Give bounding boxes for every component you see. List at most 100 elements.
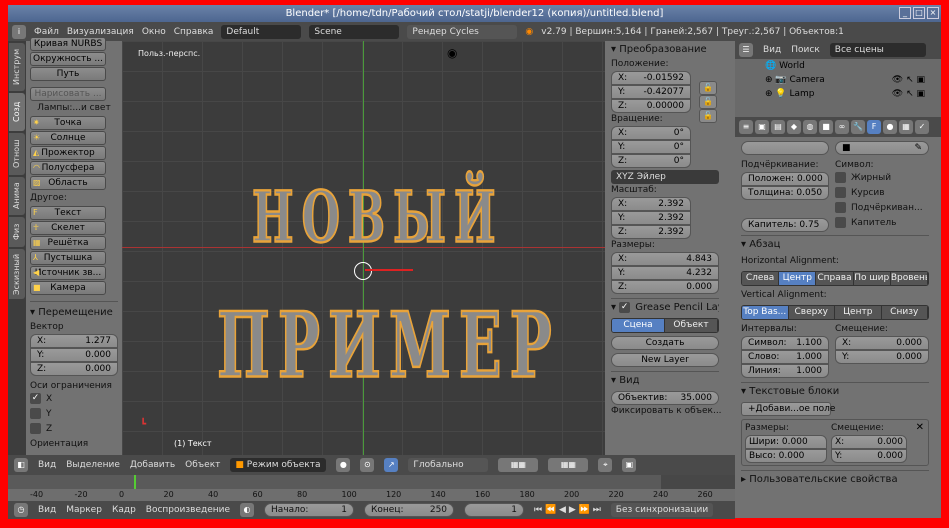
textbox-width-field[interactable]: Шири: 0.000 — [745, 435, 827, 449]
lamp-hemi-button[interactable]: ◠ Полусфера — [30, 161, 106, 175]
outliner-filter-select[interactable]: Все сцены — [829, 43, 926, 57]
dims-x-field[interactable]: X: 4.843 — [611, 252, 719, 266]
lamp-point-button[interactable]: ✷ Точка — [30, 116, 106, 130]
outliner-item-world[interactable]: 🌐 World — [765, 59, 941, 73]
constraint-y-checkbox[interactable]: Y — [30, 408, 118, 423]
tl-menu-frame[interactable]: Кадр — [112, 505, 136, 515]
char-spacing-field[interactable]: Символ: 1.100 — [741, 336, 829, 350]
shading-icon[interactable]: ● — [336, 458, 351, 472]
underline-checkbox[interactable]: Подчёркиван... — [835, 202, 929, 217]
menu-select[interactable]: Выделение — [66, 460, 120, 470]
add-lattice-button[interactable]: ▦ Решётка — [30, 236, 106, 250]
scale-x-field[interactable]: X: 2.392 — [611, 197, 691, 211]
font-name-field[interactable] — [741, 141, 829, 155]
valign-top-baseline[interactable]: Top Bas... — [742, 306, 789, 319]
lock-icon[interactable]: 🔓 — [699, 109, 717, 123]
tl-menu-marker[interactable]: Маркер — [66, 505, 102, 515]
gp-object-tab[interactable]: Объект — [665, 319, 718, 332]
constraints-tab-icon[interactable]: ∞ — [835, 120, 849, 134]
word-spacing-field[interactable]: Слово: 1.000 — [741, 350, 829, 364]
bold-checkbox[interactable]: Жирный — [835, 172, 929, 187]
custom-props-title[interactable]: ▸ Пользовательские свойства — [741, 470, 929, 487]
small-caps-checkbox[interactable]: Капитель — [835, 217, 929, 232]
curve-nurbs-button[interactable]: Кривая NURBS — [30, 37, 106, 51]
underline-position-field[interactable]: Положен: 0.000 — [741, 172, 829, 186]
autokey-icon[interactable]: ◐ — [240, 503, 255, 517]
rotation-y-field[interactable]: Y: 0° — [611, 140, 691, 154]
end-frame-field[interactable]: Конец: 250 — [364, 503, 455, 517]
current-frame-field[interactable]: 1 — [464, 503, 525, 517]
curve-path-button[interactable]: Путь — [30, 67, 106, 81]
text-object-line1[interactable]: НОВЫЙ — [251, 176, 504, 260]
tl-menu-playback[interactable]: Воспроизведение — [146, 505, 230, 515]
constraint-z-checkbox[interactable]: Z — [30, 423, 118, 438]
grease-pencil-title[interactable]: ▾ ✓Grease Pencil Laye — [611, 298, 719, 315]
object-picker-field[interactable]: ■ ✎ — [835, 141, 929, 155]
rotation-z-field[interactable]: Z: 0° — [611, 154, 691, 168]
menu-file[interactable]: Файл — [34, 27, 59, 37]
font-data-tab-icon[interactable]: F — [867, 120, 881, 134]
tab-create[interactable]: Созд — [9, 93, 25, 131]
add-camera-button[interactable]: ■ Камера — [30, 281, 106, 295]
outliner-search-menu[interactable]: Поиск — [791, 45, 820, 55]
object-tab-icon[interactable]: ■ — [819, 120, 833, 134]
render-tab-icon[interactable]: ▣ — [755, 120, 769, 134]
rotation-mode-select[interactable]: XYZ Эйлер — [611, 170, 719, 184]
rotation-x-field[interactable]: X: 0° — [611, 126, 691, 140]
vector-z-field[interactable]: Z: 0.000 — [30, 362, 118, 376]
layout-select[interactable]: Default — [221, 24, 302, 39]
layers-grid-icon[interactable]: ▦▦ — [548, 458, 589, 472]
scene-select[interactable]: Scene — [309, 24, 400, 39]
gizmo-x-arrow[interactable] — [365, 269, 413, 271]
dims-y-field[interactable]: Y: 4.232 — [611, 266, 719, 280]
textbox-offset-x-field[interactable]: X: 0.000 — [831, 435, 907, 449]
frame-ruler[interactable]: -40 -20 0 20 40 60 80 100 120 140 160 180 200 220 240 2… — [8, 489, 735, 501]
outliner-view-menu[interactable]: Вид — [763, 45, 781, 55]
3d-viewport[interactable]: Польз.-перспс. НОВЫЙ ПРИМЕР ◉ ┗ (1) Текс… — [122, 41, 605, 455]
gp-new-layer-button[interactable]: New Layer — [611, 353, 719, 367]
tl-menu-view[interactable]: Вид — [38, 505, 56, 515]
small-caps-scale-field[interactable]: Капитель: 0.75 — [741, 218, 829, 232]
align-justify[interactable]: По шир — [853, 272, 891, 285]
scale-y-field[interactable]: Y: 2.392 — [611, 211, 691, 225]
textbox-height-field[interactable]: Высо: 0.000 — [745, 449, 827, 463]
maximize-button[interactable]: □ — [913, 7, 925, 19]
add-armature-button[interactable]: ☥ Скелет — [30, 221, 106, 235]
layers-grid-icon[interactable]: ▦▦ — [498, 458, 539, 472]
align-left[interactable]: Слева — [742, 272, 780, 285]
playback-controls[interactable]: ⏮ ⏪ ◀ ▶ ⏩ ⏭ — [534, 505, 601, 515]
scene-tab-icon[interactable]: ◆ — [787, 120, 801, 134]
view-panel-title[interactable]: ▾ Вид — [611, 371, 719, 388]
location-x-field[interactable]: X: -0.01592 — [611, 71, 691, 85]
valign-center[interactable]: Центр — [835, 306, 882, 319]
sync-select[interactable]: Без синхронизации — [610, 503, 714, 517]
render-preview-icon[interactable]: ▣ — [622, 458, 637, 472]
pivot-icon[interactable]: ⊙ — [360, 458, 375, 472]
menu-render[interactable]: Визуализация — [67, 27, 134, 37]
minimize-button[interactable]: _ — [899, 7, 911, 19]
location-y-field[interactable]: Y: -0.42077 — [611, 85, 691, 99]
vector-y-field[interactable]: Y: 0.000 — [30, 348, 118, 362]
timeline-editor-icon[interactable]: ◷ — [14, 503, 28, 517]
gp-scene-tab[interactable]: Сцена — [612, 319, 665, 332]
underline-thickness-field[interactable]: Толщина: 0.050 — [741, 186, 829, 200]
info-editor-icon[interactable]: i — [12, 24, 26, 39]
3d-view-editor-icon[interactable]: ◧ — [14, 458, 28, 472]
lamp-spot-button[interactable]: ◭ Прожектор — [30, 146, 106, 160]
menu-help[interactable]: Справка — [174, 27, 214, 37]
offset-x-field[interactable]: X: 0.000 — [835, 336, 929, 350]
lock-icon[interactable]: 🔓 — [699, 95, 717, 109]
add-speaker-button[interactable]: ◀ Источник зв... — [30, 266, 106, 280]
paragraph-title[interactable]: ▾ Абзац — [741, 235, 929, 252]
outliner-editor-icon[interactable]: ☰ — [739, 43, 753, 57]
curve-circle-button[interactable]: Окружность ... — [30, 52, 106, 66]
modifiers-tab-icon[interactable]: 🔧 — [851, 120, 865, 134]
draw-curve-button[interactable]: Нарисовать ... — [30, 87, 106, 101]
tab-tools[interactable]: Инструм — [9, 43, 25, 91]
offset-y-field[interactable]: Y: 0.000 — [835, 350, 929, 364]
remove-textbox-icon[interactable]: ✕ — [916, 422, 924, 433]
lens-field[interactable]: Объектив: 35.000 — [611, 391, 719, 405]
tab-grease-pencil[interactable]: Эскизный ка — [9, 249, 37, 299]
menu-window[interactable]: Окно — [142, 27, 166, 37]
tab-animation[interactable]: Анима — [9, 177, 25, 215]
